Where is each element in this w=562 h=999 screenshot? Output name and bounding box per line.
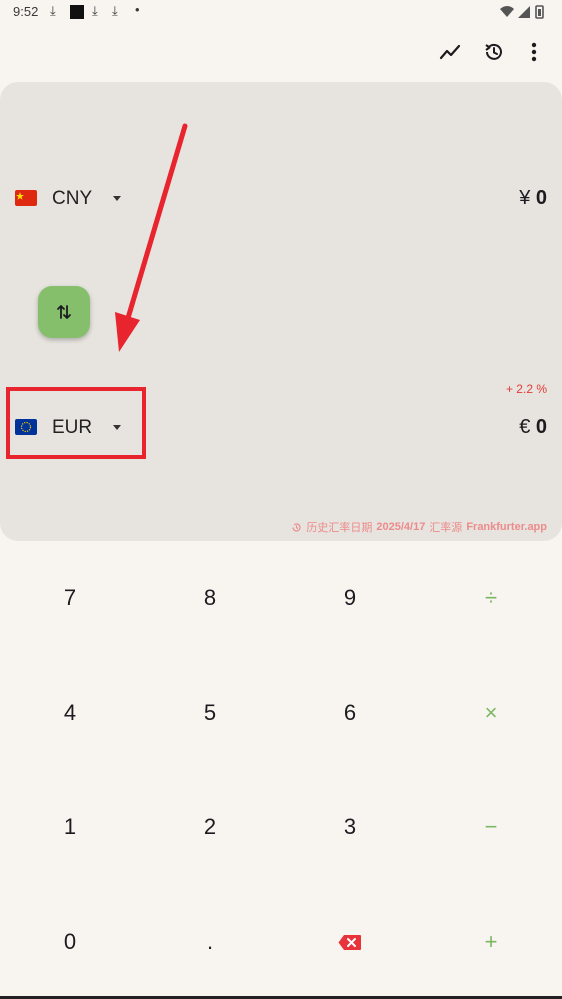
- from-amount[interactable]: ¥ 0: [519, 187, 547, 210]
- more-vert-icon: [531, 42, 537, 62]
- to-amount[interactable]: € 0: [519, 416, 547, 439]
- key-8[interactable]: 8: [140, 541, 280, 655]
- to-currency-code[interactable]: EUR: [52, 417, 92, 439]
- download-icon: ⤓: [112, 3, 118, 18]
- history-note-date: 2025/4/17: [376, 521, 426, 533]
- key-divide[interactable]: ÷: [421, 541, 561, 655]
- from-currency-symbol: ¥: [519, 187, 531, 209]
- status-time: 9:52: [13, 4, 39, 19]
- key-3[interactable]: 3: [280, 770, 420, 884]
- wifi-icon: [500, 6, 514, 17]
- keypad: 7 8 9 ÷ 4 5 6 × 1 2 3 − 0 . +: [0, 541, 562, 999]
- swap-currencies-button[interactable]: [38, 286, 90, 338]
- status-bar: 9:52 ⤓ ⤓ ⤓ •: [0, 0, 562, 24]
- key-0[interactable]: 0: [0, 885, 140, 999]
- chevron-down-icon[interactable]: [113, 196, 121, 201]
- history-note-source: Frankfurter.app: [466, 521, 547, 533]
- key-plus[interactable]: +: [421, 885, 561, 999]
- trend-chart-button[interactable]: [434, 36, 466, 68]
- status-dot: •: [135, 2, 140, 17]
- history-icon: [485, 43, 502, 60]
- key-dot[interactable]: .: [140, 885, 280, 999]
- history-note-source-label: 汇率源: [429, 522, 463, 534]
- download-icon: ⤓: [50, 3, 56, 18]
- backspace-icon: [338, 934, 361, 950]
- history-button[interactable]: [478, 36, 510, 68]
- key-4[interactable]: 4: [0, 656, 140, 770]
- more-options-button[interactable]: [518, 36, 550, 68]
- swap-vertical-icon: [57, 305, 71, 319]
- key-6[interactable]: 6: [280, 656, 420, 770]
- history-icon: [292, 522, 301, 532]
- key-5[interactable]: 5: [140, 656, 280, 770]
- key-2[interactable]: 2: [140, 770, 280, 884]
- china-flag-icon: [15, 190, 37, 206]
- from-currency-row[interactable]: CNY ¥ 0: [0, 178, 562, 218]
- key-1[interactable]: 1: [0, 770, 140, 884]
- to-currency-row[interactable]: EUR € 0: [0, 407, 562, 447]
- key-minus[interactable]: −: [421, 770, 561, 884]
- from-currency-code[interactable]: CNY: [52, 188, 92, 210]
- key-9[interactable]: 9: [280, 541, 420, 655]
- rate-change-label: + 2.2 %: [505, 382, 547, 396]
- signal-icon: [518, 6, 530, 18]
- key-7[interactable]: 7: [0, 541, 140, 655]
- to-currency-symbol: €: [519, 416, 531, 438]
- system-icons: [498, 4, 548, 20]
- notification-square-icon: [70, 5, 84, 19]
- key-multiply[interactable]: ×: [421, 656, 561, 770]
- from-amount-value: 0: [535, 187, 547, 209]
- to-amount-value: 0: [535, 416, 547, 438]
- history-note-prefix: 历史汇率日期: [306, 522, 373, 534]
- history-rate-note: 历史汇率日期 2025/4/17 汇率源 Frankfurter.app: [291, 519, 547, 535]
- key-backspace[interactable]: [280, 885, 420, 999]
- chevron-down-icon[interactable]: [113, 425, 121, 430]
- trend-chart-icon: [439, 44, 461, 60]
- eu-flag-icon: [15, 419, 37, 435]
- download-icon: ⤓: [92, 3, 98, 18]
